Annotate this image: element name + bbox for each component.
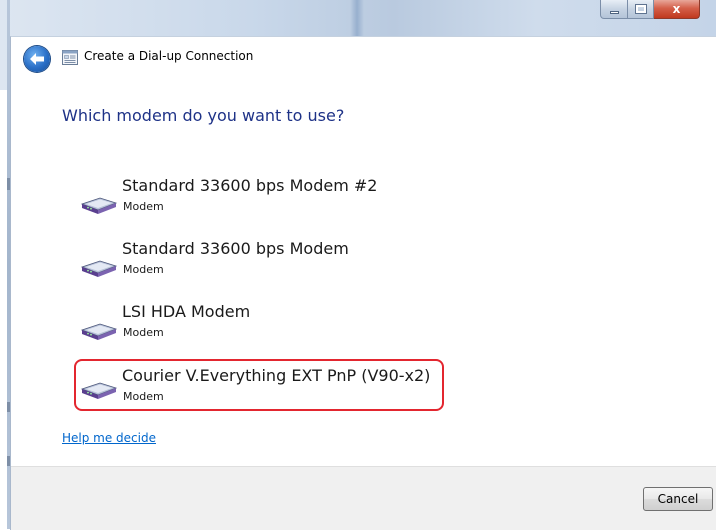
modem-name: Courier V.Everything EXT PnP (V90-x2) xyxy=(122,366,431,385)
minimize-button[interactable] xyxy=(600,0,628,19)
page-heading: Which modem do you want to use? xyxy=(62,106,345,125)
left-border-mark xyxy=(7,402,10,412)
maximize-button[interactable] xyxy=(628,0,654,19)
back-button[interactable] xyxy=(24,46,50,72)
window-left-border xyxy=(7,0,10,529)
back-arrow-icon xyxy=(30,53,44,65)
wizard-footer xyxy=(11,466,716,530)
modem-option[interactable]: LSI HDA Modem Modem xyxy=(76,302,446,352)
left-border-mark xyxy=(7,456,10,466)
window-title: Create a Dial-up Connection xyxy=(84,49,254,63)
modem-name: Standard 33600 bps Modem xyxy=(122,239,349,258)
modem-type: Modem xyxy=(123,390,164,403)
caption-buttons: x xyxy=(600,0,700,19)
modem-type: Modem xyxy=(123,263,164,276)
modem-icon xyxy=(80,197,118,214)
modem-type: Modem xyxy=(123,200,164,213)
modem-option[interactable]: Standard 33600 bps Modem #2 Modem xyxy=(76,176,446,226)
modem-icon xyxy=(80,382,118,399)
left-border-mark xyxy=(7,178,10,190)
modem-option[interactable]: Standard 33600 bps Modem Modem xyxy=(76,239,446,289)
cancel-button[interactable]: Cancel xyxy=(643,487,713,511)
dial-up-connection-icon xyxy=(62,50,78,65)
modem-name: LSI HDA Modem xyxy=(122,302,251,321)
modem-icon xyxy=(80,260,118,277)
close-button[interactable]: x xyxy=(654,0,700,19)
modem-icon xyxy=(80,323,118,340)
minimize-icon xyxy=(609,10,619,14)
close-icon: x xyxy=(672,2,681,16)
maximize-icon xyxy=(634,4,647,14)
modem-name: Standard 33600 bps Modem #2 xyxy=(122,176,378,195)
help-me-decide-link[interactable]: Help me decide xyxy=(62,431,156,445)
modem-type: Modem xyxy=(123,326,164,339)
modem-option-selected[interactable]: Courier V.Everything EXT PnP (V90-x2) Mo… xyxy=(74,359,444,411)
